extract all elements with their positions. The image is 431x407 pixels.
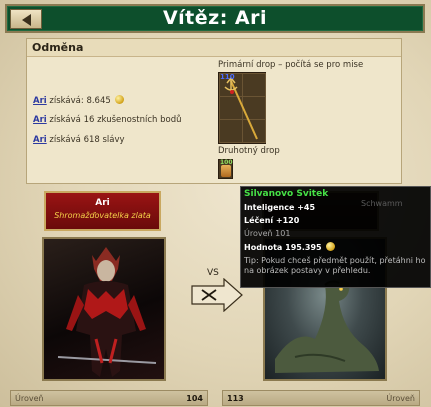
trident-weapon-icon <box>224 76 258 140</box>
tooltip-level: Úroveň 101 <box>244 229 291 238</box>
vs-label: VS <box>207 268 219 278</box>
player-link[interactable]: Ari <box>33 96 47 106</box>
tooltip-value-label: Hodnota <box>244 243 283 252</box>
crossed-swords-arrow-icon <box>191 278 243 312</box>
gain-verb: získává: <box>49 96 84 106</box>
winner-banner: Ari Shromažďovatelka zlata <box>44 191 161 231</box>
page-background: Vítěz: Ari Odměna Ari získává: 8.645 Ari… <box>0 0 431 407</box>
secondary-drop-amount: 100 <box>220 159 233 166</box>
secondary-drop-label: Druhotný drop <box>218 146 280 156</box>
gain-gold-value: 8.645 <box>86 96 111 106</box>
primary-drop-label: Primární drop – počítá se pro mise <box>218 60 364 70</box>
gain-verb: získává <box>49 115 81 125</box>
tooltip-stat-healing: Léčení +120 <box>244 216 300 225</box>
gold-coin-icon <box>326 242 336 251</box>
tooltip-behind-text: Schwamm <box>361 199 403 208</box>
secondary-drop-slot[interactable]: 100 <box>218 159 233 179</box>
level-label: Úroveň <box>386 394 415 403</box>
loser-level-value: 113 <box>227 394 244 403</box>
scroll-icon <box>221 165 231 177</box>
gain-verb: získává <box>49 135 81 145</box>
winner-level-bar: Úroveň 104 <box>10 390 208 406</box>
gain-gold-line: Ari získává: 8.645 <box>33 95 125 106</box>
item-tooltip: Silvanovo Svitek Schwamm Inteligence +45… <box>240 186 431 288</box>
header-bar: Vítěz: Ari <box>5 4 425 33</box>
winner-name: Ari <box>95 198 110 208</box>
gain-xp-line: Ari získává 16 zkušenostních bodů <box>33 115 182 125</box>
level-label: Úroveň <box>15 394 44 403</box>
winner-level-value: 104 <box>186 394 203 403</box>
armored-warrior-image <box>57 247 157 377</box>
primary-drop-amount: 110 <box>220 73 235 81</box>
gain-fame-value: 618 slávy <box>83 135 125 145</box>
winner-title: Shromažďovatelka zlata <box>54 211 151 220</box>
player-link[interactable]: Ari <box>33 135 47 145</box>
gain-xp-value: 16 zkušenostních bodů <box>83 115 182 125</box>
reward-heading: Odměna <box>27 39 401 57</box>
primary-drop-slot[interactable]: 110 <box>218 72 266 144</box>
page-title: Vítěz: Ari <box>162 7 268 29</box>
loser-level-bar: 113 Úroveň <box>222 390 420 406</box>
tooltip-value: 195.395 <box>285 243 322 252</box>
gain-fame-line: Ari získává 618 slávy <box>33 135 125 145</box>
winner-portrait[interactable] <box>42 237 166 381</box>
back-arrow-icon <box>22 14 31 26</box>
tooltip-item-name: Silvanovo Svitek <box>244 189 329 199</box>
tooltip-hint: Tip: Pokud chceš předmět použít, přetáhn… <box>244 256 426 275</box>
reward-panel: Odměna Ari získává: 8.645 Ari získává 16… <box>26 38 402 184</box>
tooltip-value-line: Hodnota 195.395 <box>244 242 427 252</box>
back-button[interactable] <box>10 9 42 29</box>
player-link[interactable]: Ari <box>33 115 47 125</box>
gold-coin-icon <box>115 95 125 104</box>
